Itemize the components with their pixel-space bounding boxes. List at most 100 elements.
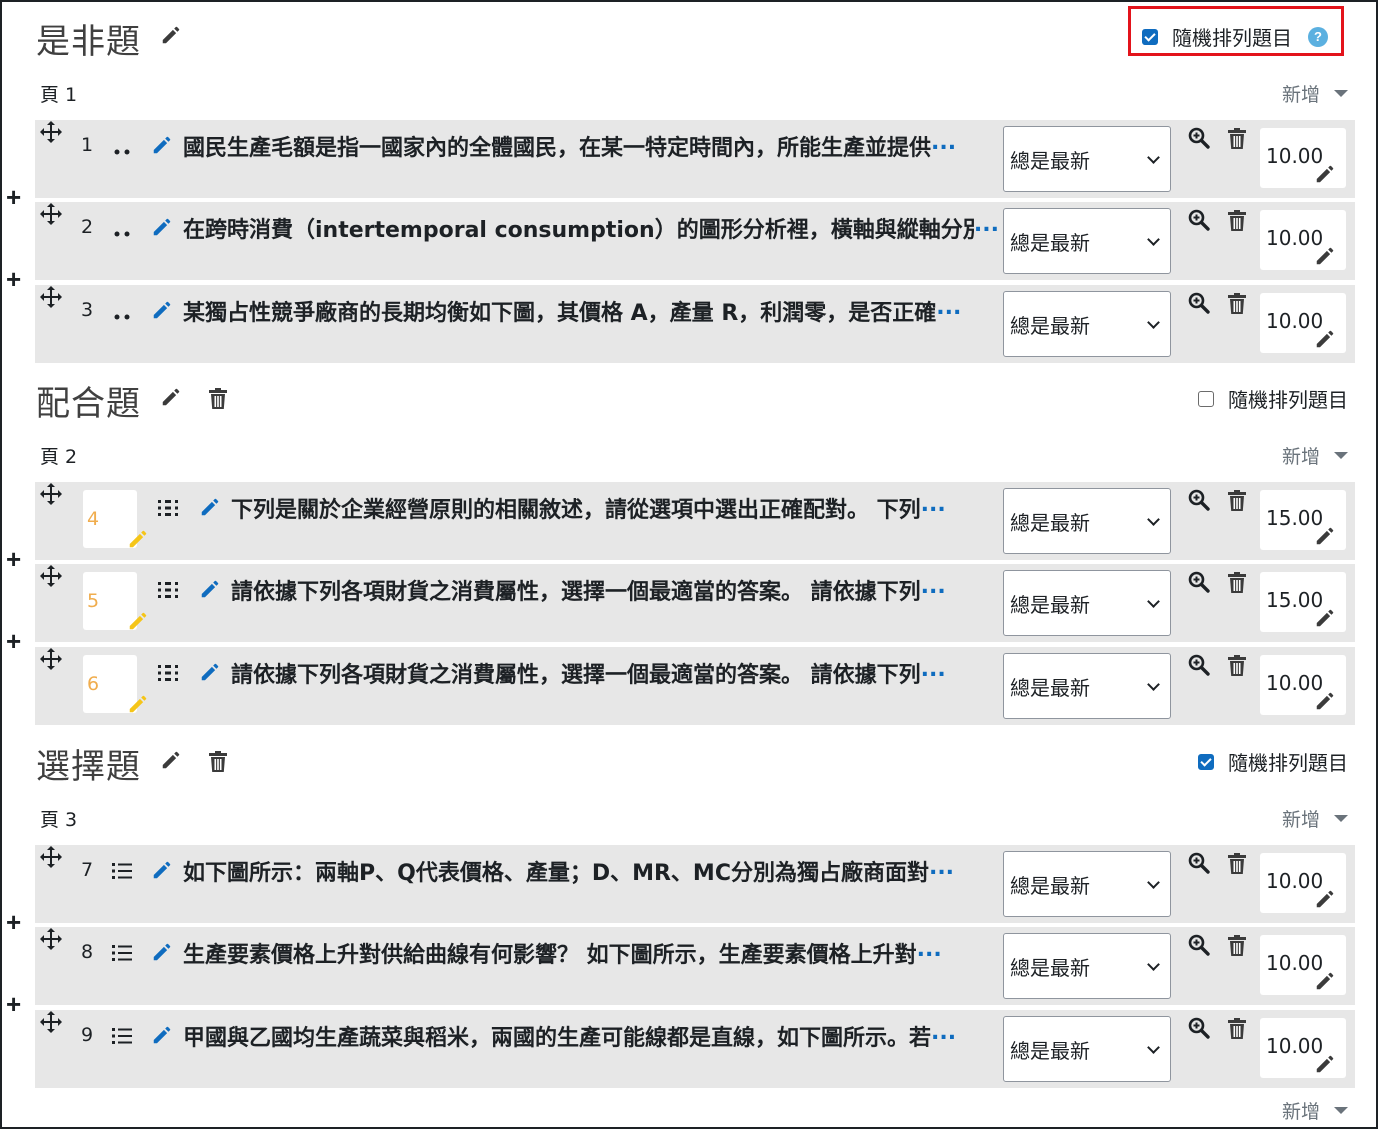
edit-question-icon[interactable] — [151, 1024, 173, 1046]
edit-section-title-icon[interactable] — [160, 749, 182, 771]
question-text-link[interactable]: 在跨時消費（intertemporal consumption）的圖形分析裡，橫… — [183, 212, 999, 244]
question-number: 4 — [87, 508, 100, 530]
delete-question-icon[interactable] — [1227, 853, 1247, 875]
question-number: 3 — [81, 299, 94, 321]
question-text-link[interactable]: 甲國與乙國均生產蔬菜與稻米，兩國的生產可能線都是直線，如下圖所示。若... — [183, 1020, 999, 1052]
more-ellipsis: ... — [931, 1020, 957, 1045]
question-number: 9 — [81, 1024, 94, 1046]
question-version-select[interactable]: 總是最新 — [1003, 933, 1171, 999]
quiz-section: 是非題 隨機排列題目? 頁 1 新增 1 國民生產毛額是指一國家內的全體國民，在某一特定時… — [0, 0, 1378, 370]
edit-question-icon[interactable] — [151, 859, 173, 881]
question-text-link[interactable]: 請依據下列各項財貨之消費屬性，選擇一個最適當的答案。 請依據下列... — [231, 574, 999, 606]
edit-question-icon[interactable] — [199, 496, 221, 518]
question-version-select[interactable]: 總是最新 — [1003, 1016, 1171, 1082]
question-text-link[interactable]: 下列是關於企業經營原則的相關敘述，請從選項中選出正確配對。 下列... — [231, 492, 999, 524]
question-version-select[interactable]: 總是最新 — [1003, 291, 1171, 357]
move-icon[interactable] — [39, 482, 62, 505]
add-page-break-button[interactable]: + — [6, 989, 21, 1020]
delete-question-icon[interactable] — [1227, 655, 1247, 677]
preview-icon[interactable] — [1187, 933, 1211, 957]
delete-question-icon[interactable] — [1227, 572, 1247, 594]
delete-question-icon[interactable] — [1227, 935, 1247, 957]
move-icon[interactable] — [39, 120, 62, 143]
chevron-down-icon — [1147, 958, 1160, 971]
edit-question-icon[interactable] — [199, 661, 221, 683]
question-text-link[interactable]: 請依據下列各項財貨之消費屬性，選擇一個最適當的答案。 請依據下列... — [231, 657, 999, 689]
add-menu-button-bottom[interactable]: 新增 — [1282, 1097, 1348, 1124]
preview-icon[interactable] — [1187, 653, 1211, 677]
question-text-link[interactable]: 國民生產毛額是指一國家內的全體國民，在某一特定時間內，所能生產並提供... — [183, 130, 999, 162]
add-menu-button[interactable]: 新增 — [1282, 80, 1348, 107]
question-version-select[interactable]: 總是最新 — [1003, 208, 1171, 274]
preview-icon[interactable] — [1187, 208, 1211, 232]
move-icon[interactable] — [39, 927, 62, 950]
more-ellipsis: ... — [920, 574, 946, 599]
shuffle-checkbox[interactable] — [1198, 390, 1214, 407]
delete-question-icon[interactable] — [1227, 128, 1247, 150]
max-mark: 10.00 — [1260, 128, 1346, 188]
edit-question-icon[interactable] — [151, 134, 173, 156]
question-version-select[interactable]: 總是最新 — [1003, 851, 1171, 917]
preview-icon[interactable] — [1187, 851, 1211, 875]
shuffle-questions-toggle[interactable]: 隨機排列題目 — [1198, 384, 1348, 413]
more-ellipsis: ... — [928, 855, 955, 880]
question-text-link[interactable]: 生產要素價格上升對供給曲線有何影響？ 如下圖所示，生產要素價格上升對... — [183, 937, 999, 969]
section-title: 是非題 — [36, 22, 141, 62]
question-slot: 7 如下圖所示：兩軸P、Q代表價格、產量；D、MR、MC分別為獨占廠商面對... 總… — [35, 845, 1355, 923]
question-text-link[interactable]: 如下圖所示：兩軸P、Q代表價格、產量；D、MR、MC分別為獨占廠商面對... — [183, 855, 999, 887]
preview-icon[interactable] — [1187, 488, 1211, 512]
preview-icon[interactable] — [1187, 570, 1211, 594]
question-slot: 3 某獨占性競爭廠商的長期均衡如下圖，其價格 A，產量 R，利潤零，是否正確...… — [35, 285, 1355, 363]
question-text: 國民生產毛額是指一國家內的全體國民，在某一特定時間內，所能生產並提供 — [183, 136, 932, 161]
question-text: 下列是關於企業經營原則的相關敘述，請從選項中選出正確配對。 下列 — [231, 498, 921, 523]
add-menu-button[interactable]: 新增 — [1282, 442, 1348, 469]
preview-icon[interactable] — [1187, 1016, 1211, 1040]
edit-question-icon[interactable] — [151, 216, 173, 238]
move-icon[interactable] — [39, 845, 62, 868]
edit-question-icon[interactable] — [151, 299, 173, 321]
delete-section-icon[interactable] — [208, 751, 228, 773]
question-text: 請依據下列各項財貨之消費屬性，選擇一個最適當的答案。 請依據下列 — [231, 580, 921, 605]
preview-icon[interactable] — [1187, 126, 1211, 150]
question-version-select[interactable]: 總是最新 — [1003, 570, 1171, 636]
move-icon[interactable] — [39, 1010, 62, 1033]
question-version-value: 總是最新 — [1010, 231, 1090, 255]
move-icon[interactable] — [39, 564, 62, 587]
question-text-link[interactable]: 某獨占性競爭廠商的長期均衡如下圖，其價格 A，產量 R，利潤零，是否正確... — [183, 295, 999, 327]
add-page-break-button[interactable]: + — [6, 907, 21, 938]
question-number-box: 6 — [83, 655, 147, 713]
caret-down-icon — [1334, 452, 1348, 459]
move-icon[interactable] — [39, 647, 62, 670]
quiz-section: 選擇題 隨機排列題目頁 3 新增 7 如下圖所示：兩軸P、Q代表價格、產量；D、MR、M… — [0, 725, 1378, 1095]
question-slot: 5 請依據下列各項財貨之消費屬性，選擇一個最適當的答案。 請依據下列... 總是最新… — [35, 564, 1355, 642]
add-page-break-button[interactable]: + — [6, 626, 21, 657]
add-menu-button[interactable]: 新增 — [1282, 805, 1348, 832]
delete-question-icon[interactable] — [1227, 490, 1247, 512]
shuffle-checkbox[interactable] — [1198, 753, 1214, 770]
delete-section-icon[interactable] — [208, 388, 228, 410]
edit-question-icon[interactable] — [151, 941, 173, 963]
shuffle-label: 隨機排列題目 — [1228, 751, 1348, 775]
edit-question-icon[interactable] — [199, 578, 221, 600]
delete-question-icon[interactable] — [1227, 210, 1247, 232]
delete-question-icon[interactable] — [1227, 1018, 1247, 1040]
delete-question-icon[interactable] — [1227, 293, 1247, 315]
preview-icon[interactable] — [1187, 291, 1211, 315]
add-label: 新增 — [1281, 446, 1320, 468]
question-version-select[interactable]: 總是最新 — [1003, 653, 1171, 719]
add-page-break-button[interactable]: + — [6, 544, 21, 575]
edit-section-title-icon[interactable] — [160, 24, 182, 46]
chevron-down-icon — [1147, 233, 1160, 246]
chevron-down-icon — [1147, 513, 1160, 526]
add-page-break-button[interactable]: + — [6, 264, 21, 295]
add-page-break-button[interactable]: + — [6, 182, 21, 213]
question-slot: 8 生產要素價格上升對供給曲線有何影響？ 如下圖所示，生產要素價格上升對... 總是… — [35, 927, 1355, 1005]
shuffle-questions-toggle[interactable]: 隨機排列題目 — [1198, 747, 1348, 776]
more-ellipsis: ... — [916, 937, 942, 962]
page-label: 頁 3 — [40, 809, 78, 831]
move-icon[interactable] — [39, 202, 62, 225]
move-icon[interactable] — [39, 285, 62, 308]
question-version-select[interactable]: 總是最新 — [1003, 126, 1171, 192]
question-version-select[interactable]: 總是最新 — [1003, 488, 1171, 554]
edit-section-title-icon[interactable] — [160, 386, 182, 408]
